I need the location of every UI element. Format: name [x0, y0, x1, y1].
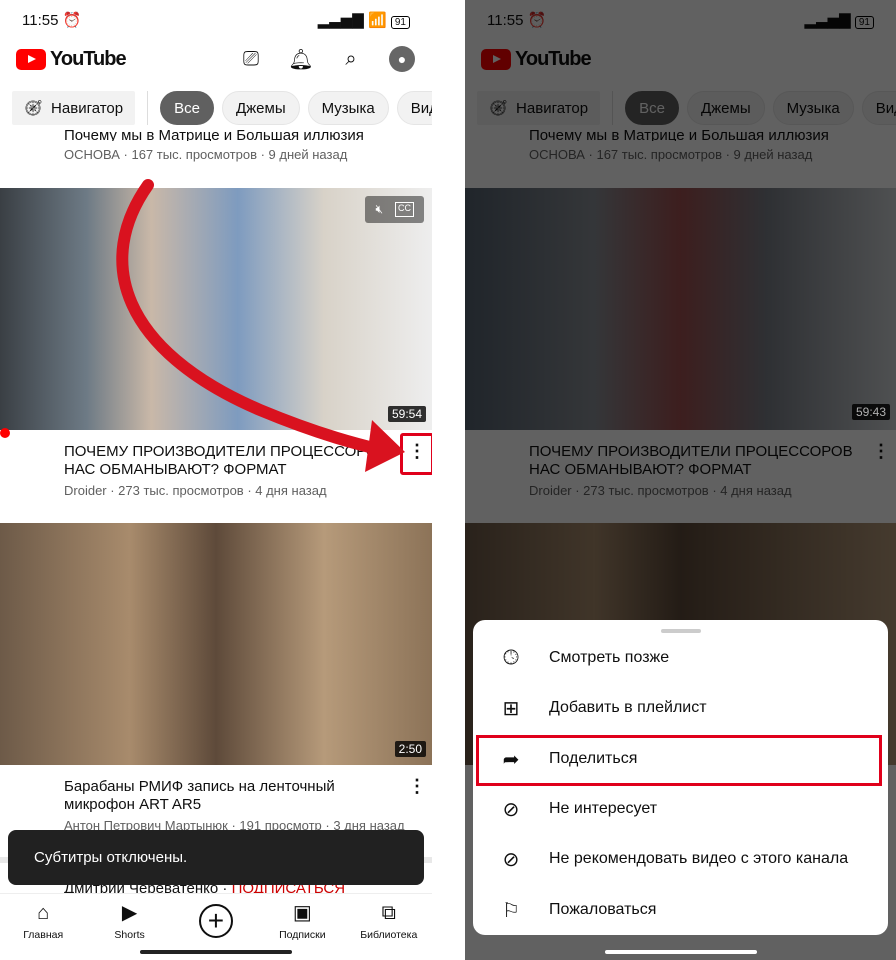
red-arrow — [116, 179, 405, 472]
nav-subscriptions[interactable]: ▣ Подписки — [262, 901, 342, 941]
nav-home[interactable]: ⌂ Главная — [3, 901, 83, 941]
nav-shorts[interactable]: ▶︎ Shorts — [90, 901, 170, 941]
arrow-head — [365, 420, 405, 472]
right-screen: 11:55 ⏰ ▂▃▅▇ 91 YouTube 🧭︎Навигатор Все … — [465, 0, 896, 960]
menu-label: Пожаловаться — [549, 901, 657, 918]
menu-label: Смотреть позже — [549, 649, 670, 666]
nav-label: Библиотека — [360, 929, 418, 941]
home-indicator[interactable] — [605, 950, 757, 954]
clock-icon: 🕓︎ — [503, 646, 519, 669]
block-icon: ⊘ — [502, 798, 520, 821]
toast-message: Субтитры отключены. — [8, 830, 424, 885]
highlight-box — [476, 735, 882, 786]
block-icon: ⊘ — [502, 848, 520, 871]
nav-label: Shorts — [114, 929, 145, 941]
menu-label: Добавить в плейлист — [549, 699, 707, 716]
nav-label: Подписки — [279, 929, 326, 941]
library-icon: ⧉ — [381, 902, 396, 924]
plus-icon: + — [198, 904, 233, 938]
left-screen: 11:55 ⏰ ▂▃▅▇ 📶 91 YouTube ⎚ 🔔︎ ⌕ ● 🧭︎ Нав… — [0, 0, 432, 960]
subscriptions-icon: ▣ — [292, 902, 312, 924]
nav-label: Главная — [23, 929, 64, 941]
arrow-path — [116, 179, 396, 458]
menu-report[interactable]: ⚐ Пожаловаться — [473, 885, 888, 935]
menu-not-interested[interactable]: ⊘ Не интересует — [473, 784, 888, 834]
shorts-icon: ▶︎ — [121, 902, 138, 924]
menu-watch-later[interactable]: 🕓︎ Смотреть позже — [473, 633, 888, 683]
playlist-add-icon: ⊞ — [502, 697, 520, 720]
home-indicator[interactable] — [140, 950, 292, 954]
menu-add-playlist[interactable]: ⊞ Добавить в плейлист — [473, 683, 888, 733]
menu-label: Не рекомендовать видео с этого канала — [549, 850, 849, 867]
flag-icon: ⚐ — [502, 899, 520, 922]
menu-label: Не интересует — [549, 800, 658, 817]
menu-dont-recommend[interactable]: ⊘ Не рекомендовать видео с этого канала — [473, 834, 888, 884]
bottom-nav: ⌂ Главная ▶︎ Shorts + ▣ Подписки ⧉ Библиотек… — [0, 893, 432, 948]
nav-create[interactable]: + — [176, 904, 256, 938]
nav-library[interactable]: ⧉ Библиотека — [349, 901, 429, 941]
home-icon: ⌂ — [37, 902, 50, 924]
duration-badge: 59:43 — [851, 404, 890, 420]
